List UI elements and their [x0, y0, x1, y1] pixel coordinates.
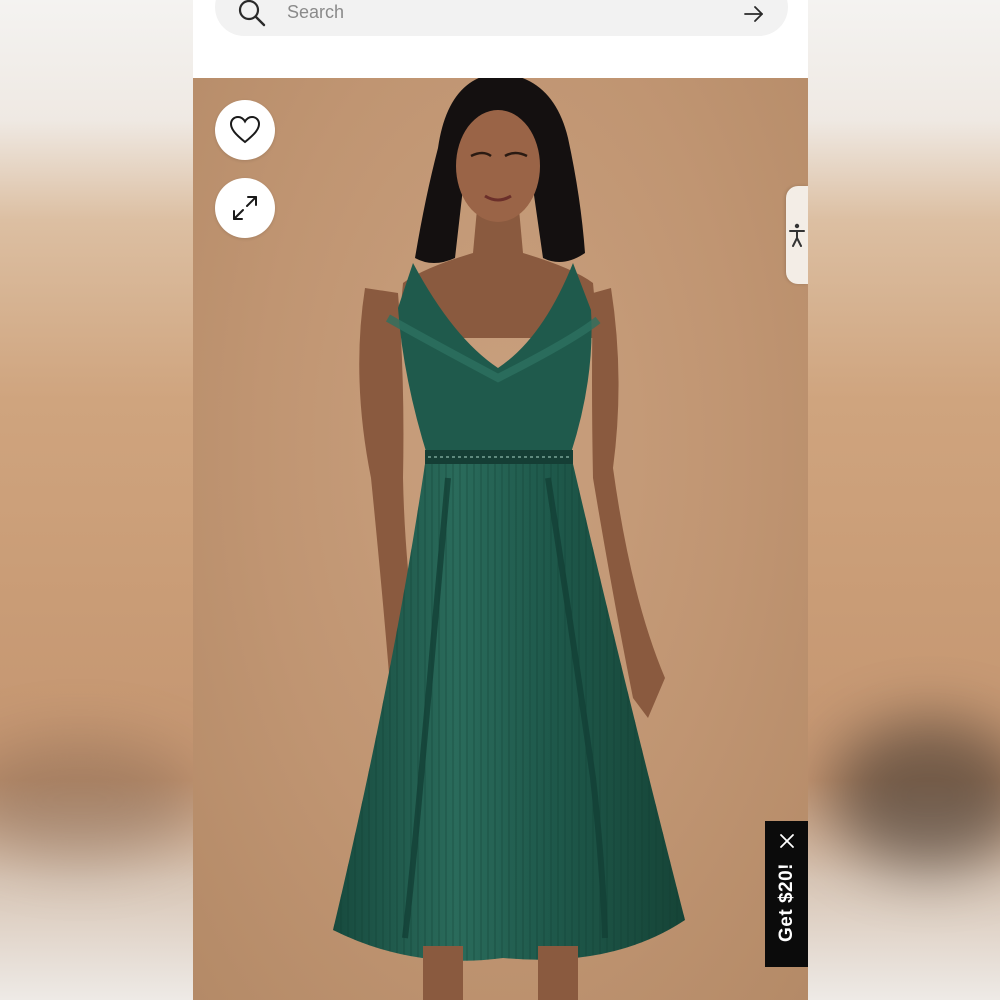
favorite-button[interactable]: [215, 100, 275, 160]
product-image[interactable]: Get $20!: [193, 78, 808, 1000]
heart-icon: [229, 115, 261, 144]
accessibility-icon: [789, 223, 805, 247]
search-icon[interactable]: [237, 0, 267, 28]
promo-label[interactable]: Get $20!: [776, 863, 798, 942]
close-icon[interactable]: [779, 833, 795, 849]
arrow-right-icon[interactable]: [742, 2, 766, 26]
search-bar[interactable]: [215, 0, 788, 36]
phone-screen: Get $20!: [193, 0, 808, 1000]
accessibility-tab[interactable]: [786, 186, 808, 284]
search-header: [193, 0, 808, 78]
promo-tab[interactable]: Get $20!: [765, 821, 808, 967]
search-input[interactable]: [287, 0, 742, 24]
expand-image-button[interactable]: [215, 178, 275, 238]
product-illustration: [333, 78, 685, 1000]
expand-icon: [233, 196, 257, 220]
